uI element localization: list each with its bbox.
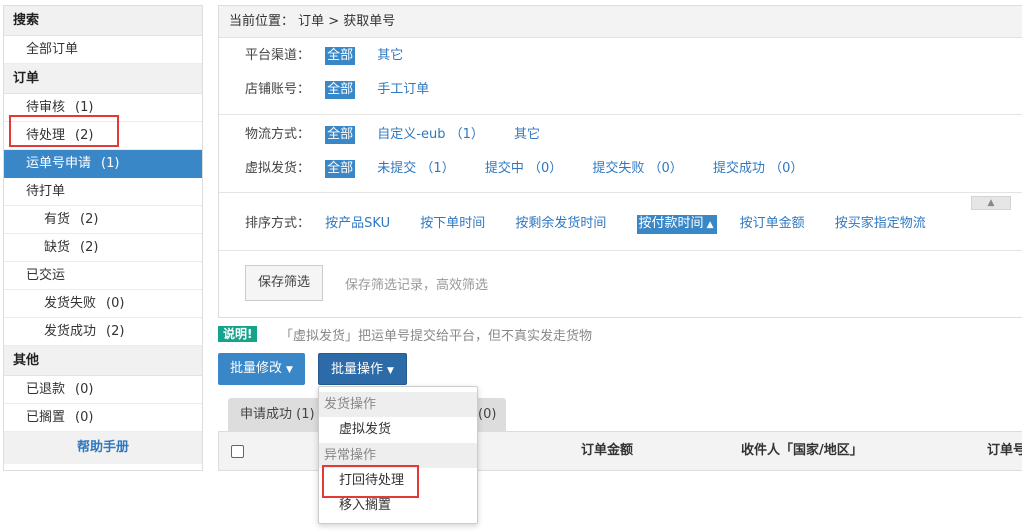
menu-item-virtual-ship[interactable]: 虚拟发货 — [319, 417, 477, 443]
sidebar-item-in-stock[interactable]: 有货 (2) — [4, 206, 202, 234]
notice-badge: 说明! — [218, 326, 258, 342]
filter-platform: 平台渠道： 全部 其它 — [245, 45, 429, 67]
caret-down-icon: ▼ — [387, 366, 394, 376]
sort-options: 排序方式： 按产品SKU 按下单时间 按剩余发货时间 按付款时间 ▲ 按订单金额 … — [245, 213, 952, 235]
sidebar-item-label: 已退款 — [26, 382, 66, 397]
filter-option-submitting[interactable]: 提交中 （0） — [485, 158, 562, 180]
save-filter-button[interactable]: 保存筛选 — [245, 265, 323, 301]
sort-option-sku[interactable]: 按产品SKU — [325, 213, 390, 235]
column-recipient-country: 收件人「国家/地区」 — [741, 443, 863, 458]
sidebar-item-count: (0) — [75, 410, 94, 425]
sidebar-item-count: (2) — [80, 240, 99, 255]
sidebar-item-label: 运单号申请 — [26, 156, 92, 171]
sidebar-item-count: (1) — [75, 100, 94, 115]
sidebar-item-to-print[interactable]: 待打单 — [4, 178, 202, 206]
filter-option-eub[interactable]: 自定义-eub （1） — [377, 124, 484, 146]
filter-label: 虚拟发货： — [245, 161, 311, 176]
column-order-amount: 订单金额 — [581, 443, 634, 458]
sidebar-item-waybill-request[interactable]: 运单号申请 (1) — [4, 150, 202, 178]
sidebar-item-on-hold[interactable]: 已搁置 (0) — [4, 404, 202, 432]
filter-option-all[interactable]: 全部 — [325, 126, 356, 144]
batch-operations-button[interactable]: 批量操作 ▼ — [318, 353, 407, 385]
column-order-number: 订单号 — [987, 443, 1022, 458]
sidebar-item-out-of-stock[interactable]: 缺货 (2) — [4, 234, 202, 262]
caret-down-icon: ▼ — [286, 365, 293, 375]
filter-label: 物流方式： — [245, 127, 311, 142]
notice-text: 「虚拟发货」把运单号提交给平台，但不真实发走货物 — [280, 329, 593, 344]
button-label: 批量修改 — [230, 361, 283, 376]
sidebar-item-count: (1) — [101, 156, 120, 171]
divider — [219, 250, 1022, 251]
select-all-checkbox[interactable] — [231, 445, 244, 458]
sidebar-header-search: 搜索 — [4, 6, 202, 36]
filter-option-submit-failed[interactable]: 提交失败 （0） — [592, 158, 682, 180]
sort-option-amount[interactable]: 按订单金额 — [740, 213, 805, 235]
sidebar-item-label: 已搁置 — [26, 410, 66, 425]
sidebar-item-label: 已交运 — [26, 268, 66, 283]
filter-panel: 当前位置： 订单 > 获取单号 平台渠道： 全部 其它 店铺账号： 全部 手工订… — [218, 5, 1022, 318]
sort-option-label: 按付款时间 — [638, 216, 704, 231]
sort-option-remaining-time[interactable]: 按剩余发货时间 — [515, 213, 606, 235]
sidebar-item-count: (2) — [106, 324, 125, 339]
filter-option-all[interactable]: 全部 — [325, 47, 356, 65]
divider — [219, 114, 1022, 115]
filter-store: 店铺账号： 全部 手工订单 — [245, 79, 455, 101]
sidebar-item-ship-success[interactable]: 发货成功 (2) — [4, 318, 202, 346]
sidebar-item-count: (0) — [106, 296, 125, 311]
sort-option-order-time[interactable]: 按下单时间 — [420, 213, 485, 235]
collapse-up-icon[interactable]: ▲ — [971, 196, 1011, 210]
button-label: 批量操作 — [331, 362, 384, 377]
filter-option-other[interactable]: 其它 — [514, 124, 540, 146]
sidebar-item-label: 有货 — [44, 212, 71, 227]
sidebar-item-label: 发货失败 — [44, 296, 97, 311]
filter-option-all[interactable]: 全部 — [325, 81, 356, 99]
filter-option-submit-success[interactable]: 提交成功 （0） — [713, 158, 803, 180]
sort-option-payment-time[interactable]: 按付款时间 ▲ — [636, 215, 718, 234]
sidebar-header-other: 其他 — [4, 346, 202, 376]
sort-asc-icon: ▲ — [706, 220, 714, 230]
sidebar-header-order: 订单 — [4, 64, 202, 94]
menu-group-shipping: 发货操作 — [319, 392, 477, 417]
sidebar-item-label: 发货成功 — [44, 324, 97, 339]
filter-option-manual-order[interactable]: 手工订单 — [377, 79, 429, 101]
sidebar: 搜索 全部订单 订单 待审核 (1) 待处理 (2) 运单号申请 (1) 待打单 有货… — [3, 5, 203, 471]
sidebar-item-refunded[interactable]: 已退款 (0) — [4, 376, 202, 404]
sidebar-item-count: (0) — [75, 382, 94, 397]
sidebar-item-label: 待打单 — [26, 184, 66, 199]
tab-apply-success[interactable]: 申请成功 (1) — [228, 398, 327, 432]
filter-label: 店铺账号： — [245, 82, 311, 97]
filter-option-all[interactable]: 全部 — [325, 160, 356, 178]
highlight-box-menu — [322, 465, 419, 498]
sidebar-item-count: (2) — [80, 212, 99, 227]
sort-label: 排序方式： — [245, 216, 311, 231]
filter-virtual-ship: 虚拟发货： 全部 未提交 （1） 提交中 （0） 提交失败 （0） 提交成功 （… — [245, 158, 829, 180]
sidebar-item-shipped[interactable]: 已交运 — [4, 262, 202, 290]
sidebar-item-all-orders[interactable]: 全部订单 — [4, 36, 202, 64]
batch-operations-menu: 发货操作 虚拟发货 异常操作 打回待处理 移入搁置 — [318, 386, 478, 524]
sidebar-item-ship-failed[interactable]: 发货失败 (0) — [4, 290, 202, 318]
filter-logistics: 物流方式： 全部 自定义-eub （1） 其它 — [245, 124, 566, 146]
batch-modify-button[interactable]: 批量修改 ▼ — [218, 353, 305, 385]
sidebar-item-label: 待审核 — [26, 100, 66, 115]
help-manual-link[interactable]: 帮助手册 — [4, 432, 202, 464]
divider — [219, 192, 1022, 193]
filter-option-other[interactable]: 其它 — [377, 45, 403, 67]
highlight-box-sidebar — [9, 115, 119, 147]
filter-label: 平台渠道： — [245, 48, 311, 63]
breadcrumb: 当前位置： 订单 > 获取单号 — [219, 6, 1022, 38]
filter-option-not-submitted[interactable]: 未提交 （1） — [377, 158, 454, 180]
sidebar-item-label: 缺货 — [44, 240, 71, 255]
save-filter-tip: 保存筛选记录，高效筛选 — [345, 278, 489, 293]
sort-option-buyer-logistics[interactable]: 按买家指定物流 — [835, 213, 926, 235]
